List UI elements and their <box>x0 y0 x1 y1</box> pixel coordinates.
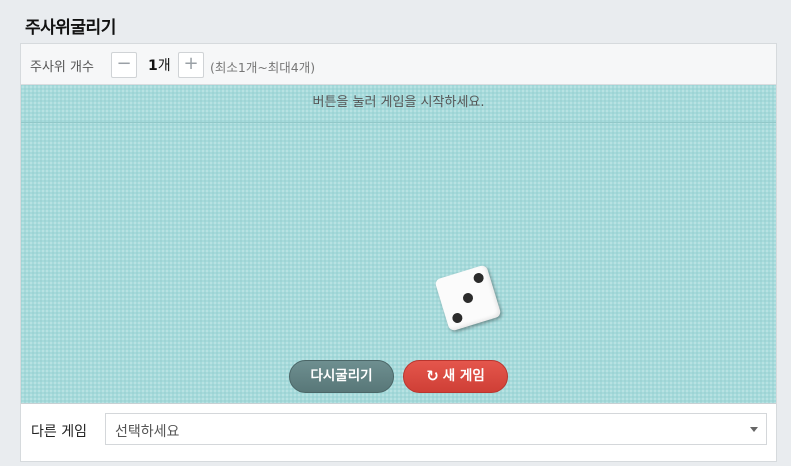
new-game-label: 새 게임 <box>442 368 485 384</box>
other-game-label: 다른 게임 <box>31 424 87 440</box>
dice-count-number: 1 <box>148 58 158 74</box>
refresh-icon: ↻ <box>426 367 439 385</box>
select-value: 선택하세요 <box>115 424 180 440</box>
dice-count-unit: 개 <box>157 58 171 74</box>
other-game-select[interactable]: 선택하세요 <box>105 413 767 445</box>
die-pip <box>461 291 475 305</box>
status-message: 버튼을 눌러 게임을 시작하세요. <box>21 85 776 123</box>
dice-count-value: 1개 <box>148 55 171 75</box>
increase-count-button[interactable]: + <box>178 52 204 78</box>
die-pip <box>451 311 464 325</box>
dice-count-label: 주사위 개수 <box>30 60 94 75</box>
reroll-button[interactable]: 다시굴리기 <box>289 360 394 393</box>
dice-game-panel: 주사위 개수 − 1개 + (최소1개~최대4개) 버튼을 눌러 게임을 시작하… <box>20 43 777 462</box>
dice-count-toolbar: 주사위 개수 − 1개 + (최소1개~최대4개) <box>21 44 776 85</box>
minus-icon: − <box>116 53 132 74</box>
new-game-button[interactable]: ↻ 새 게임 <box>403 360 508 393</box>
game-stage: 버튼을 눌러 게임을 시작하세요. 다시굴리기 ↻ 새 게임 <box>21 85 776 404</box>
page-title: 주사위굴리기 <box>25 18 116 38</box>
die-pip <box>472 271 485 285</box>
chevron-down-icon <box>750 427 758 432</box>
decrease-count-button[interactable]: − <box>111 52 137 78</box>
die <box>434 264 502 332</box>
dice-count-range: (최소1개~최대4개) <box>210 60 316 75</box>
plus-icon: + <box>183 53 199 74</box>
